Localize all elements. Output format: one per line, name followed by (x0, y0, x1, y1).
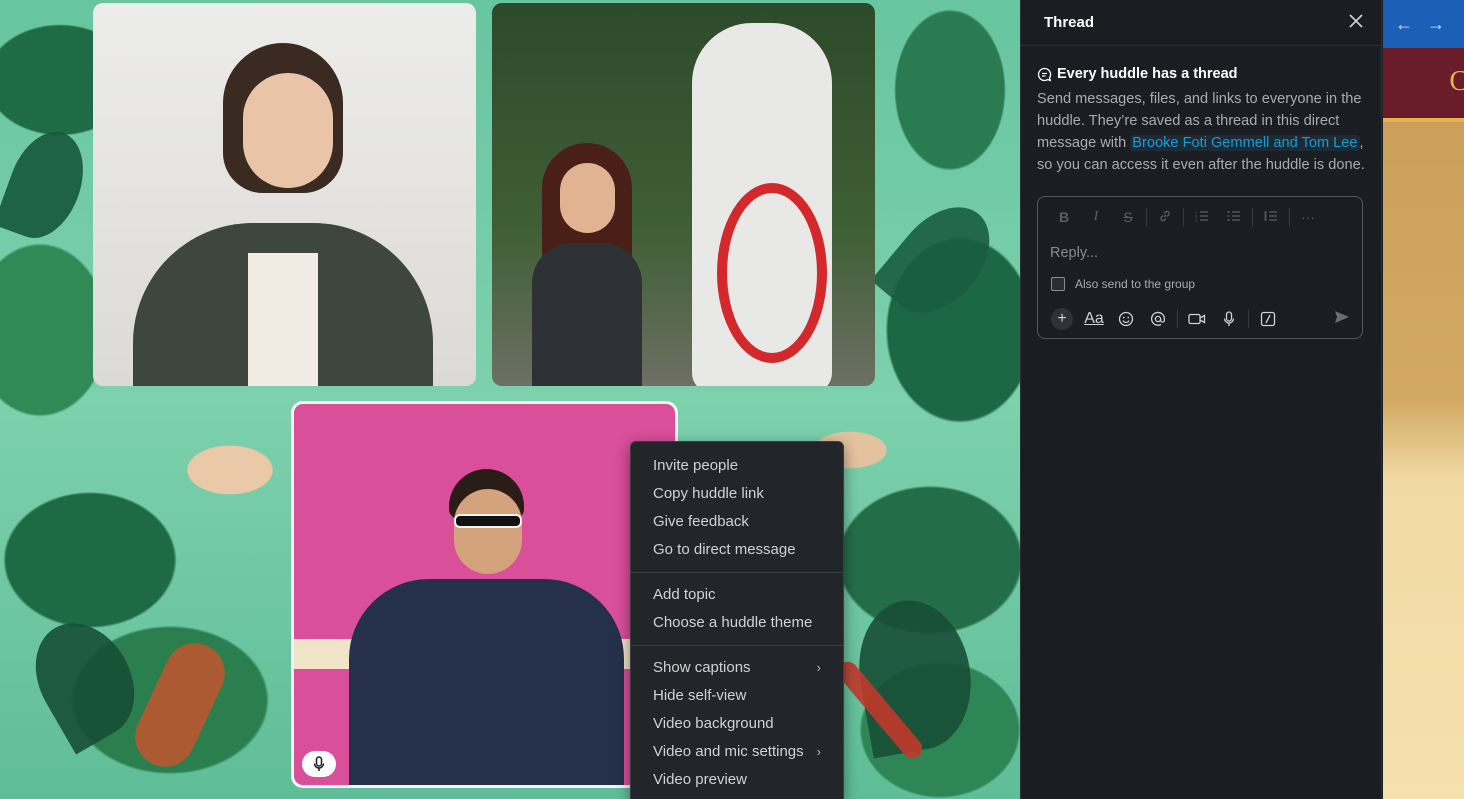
huddle-thread-info: Every huddle has a thread Send messages,… (1021, 46, 1381, 176)
chevron-right-icon: › (816, 744, 821, 759)
huddle-more-menu: Invite people Copy huddle link Give feed… (630, 441, 844, 799)
thread-title: Thread (1044, 14, 1095, 31)
active-speaker-tile[interactable] (291, 401, 678, 788)
menu-divider (631, 572, 843, 573)
participant-face (560, 163, 615, 233)
mention-link[interactable]: Brooke Foti Gemmell and Tom Lee (1130, 135, 1360, 151)
menu-item-label: Add topic (653, 586, 716, 603)
reply-input[interactable] (1048, 237, 1352, 269)
page-banner: C (1383, 48, 1464, 122)
menu-item-choose-huddle-theme[interactable]: Choose a huddle theme (631, 609, 843, 637)
chevron-right-icon: › (816, 660, 821, 675)
participant-face (454, 489, 522, 574)
bold-icon[interactable]: B (1048, 209, 1080, 225)
banner-letter: C (1449, 66, 1464, 97)
toolbar-divider (1177, 310, 1178, 328)
thread-panel: Thread Every huddle has a thread Send me… (1020, 0, 1382, 799)
blockquote-icon[interactable] (1255, 209, 1287, 225)
info-description: Send messages, files, and links to every… (1037, 88, 1365, 176)
thread-icon (1037, 67, 1052, 81)
emoji-icon[interactable] (1110, 306, 1142, 332)
participant-face (243, 73, 333, 188)
mention-icon[interactable] (1142, 306, 1174, 332)
menu-item-video-preview[interactable]: Video preview (631, 766, 843, 794)
send-icon[interactable] (1334, 310, 1350, 329)
attach-button[interactable]: + (1046, 306, 1078, 332)
menu-item-label: Video background (653, 715, 774, 732)
close-icon[interactable] (1349, 11, 1363, 34)
decor-leaf (847, 591, 983, 759)
participant-sunglasses (454, 514, 522, 528)
huddle-stage: Invite people Copy huddle link Give feed… (0, 0, 1020, 799)
info-title: Every huddle has a thread (1057, 66, 1238, 82)
formatting-toolbar: B I S 123 ··· (1038, 197, 1362, 237)
menu-item-label: Copy huddle link (653, 485, 764, 502)
link-icon[interactable] (1149, 209, 1181, 226)
video-clip-icon[interactable] (1181, 306, 1213, 332)
toolbar-divider (1248, 310, 1249, 328)
decor-leaf (0, 121, 97, 249)
forward-arrow-icon[interactable]: → (1427, 14, 1445, 35)
menu-item-label: Video preview (653, 771, 747, 788)
thread-header: Thread (1021, 0, 1381, 46)
text-format-icon[interactable]: Aa (1078, 306, 1110, 332)
also-send-checkbox[interactable] (1051, 277, 1065, 291)
participant-body (532, 243, 642, 386)
menu-item-label: Show captions (653, 659, 751, 676)
menu-item-label: Go to direct message (653, 541, 796, 558)
toolbar-divider (1252, 208, 1253, 226)
also-send-label: Also send to the group (1075, 277, 1196, 291)
toolbar-divider (1146, 208, 1147, 226)
svg-text:3: 3 (1195, 218, 1198, 222)
menu-item-show-captions[interactable]: Show captions › (631, 654, 843, 682)
info-heading: Every huddle has a thread (1037, 66, 1365, 82)
menu-item-copy-huddle-link[interactable]: Copy huddle link (631, 480, 843, 508)
participant-tile[interactable] (492, 3, 875, 386)
browser-nav-bar: ← → (1383, 0, 1464, 48)
toolbar-divider (1289, 208, 1290, 226)
menu-item-give-feedback[interactable]: Give feedback (631, 508, 843, 536)
menu-item-go-to-direct-message[interactable]: Go to direct message (631, 536, 843, 564)
menu-item-video-background[interactable]: Video background (631, 710, 843, 738)
italic-icon[interactable]: I (1080, 209, 1112, 225)
participant-shirt (248, 253, 318, 386)
flower-garland (717, 183, 827, 363)
menu-item-label: Invite people (653, 457, 739, 474)
plus-icon: + (1051, 308, 1073, 330)
slash-command-icon[interactable] (1252, 306, 1284, 332)
microphone-icon (313, 756, 325, 771)
menu-divider (631, 645, 843, 646)
menu-item-label: Choose a huddle theme (653, 614, 813, 631)
more-formatting-icon[interactable]: ··· (1292, 209, 1324, 225)
ordered-list-icon[interactable]: 123 (1186, 209, 1218, 225)
menu-item-label: Video and mic settings (653, 743, 804, 760)
bulleted-list-icon[interactable] (1218, 209, 1250, 225)
composer-actions: + Aa (1046, 306, 1350, 332)
menu-item-invite-people[interactable]: Invite people (631, 452, 843, 480)
decor-leaf (870, 188, 1010, 332)
menu-item-label: Give feedback (653, 513, 749, 530)
participant-body (349, 579, 624, 785)
menu-item-hide-self-view[interactable]: Hide self-view (631, 682, 843, 710)
background-window: ← → C (1383, 0, 1464, 799)
toolbar-divider (1183, 208, 1184, 226)
back-arrow-icon[interactable]: ← (1395, 14, 1413, 35)
decor-leaf (125, 633, 235, 777)
menu-item-label: Hide self-view (653, 687, 747, 704)
audio-clip-icon[interactable] (1213, 306, 1245, 332)
reply-composer: B I S 123 ··· Also send to the grou (1037, 196, 1363, 339)
menu-item-video-and-mic-settings[interactable]: Video and mic settings › (631, 738, 843, 766)
participant-tile[interactable] (93, 3, 476, 386)
decor-leaf (16, 605, 154, 755)
mic-status-indicator[interactable] (302, 751, 336, 777)
also-send-option: Also send to the group (1038, 269, 1362, 291)
strikethrough-icon[interactable]: S (1112, 209, 1144, 225)
menu-item-add-topic[interactable]: Add topic (631, 581, 843, 609)
